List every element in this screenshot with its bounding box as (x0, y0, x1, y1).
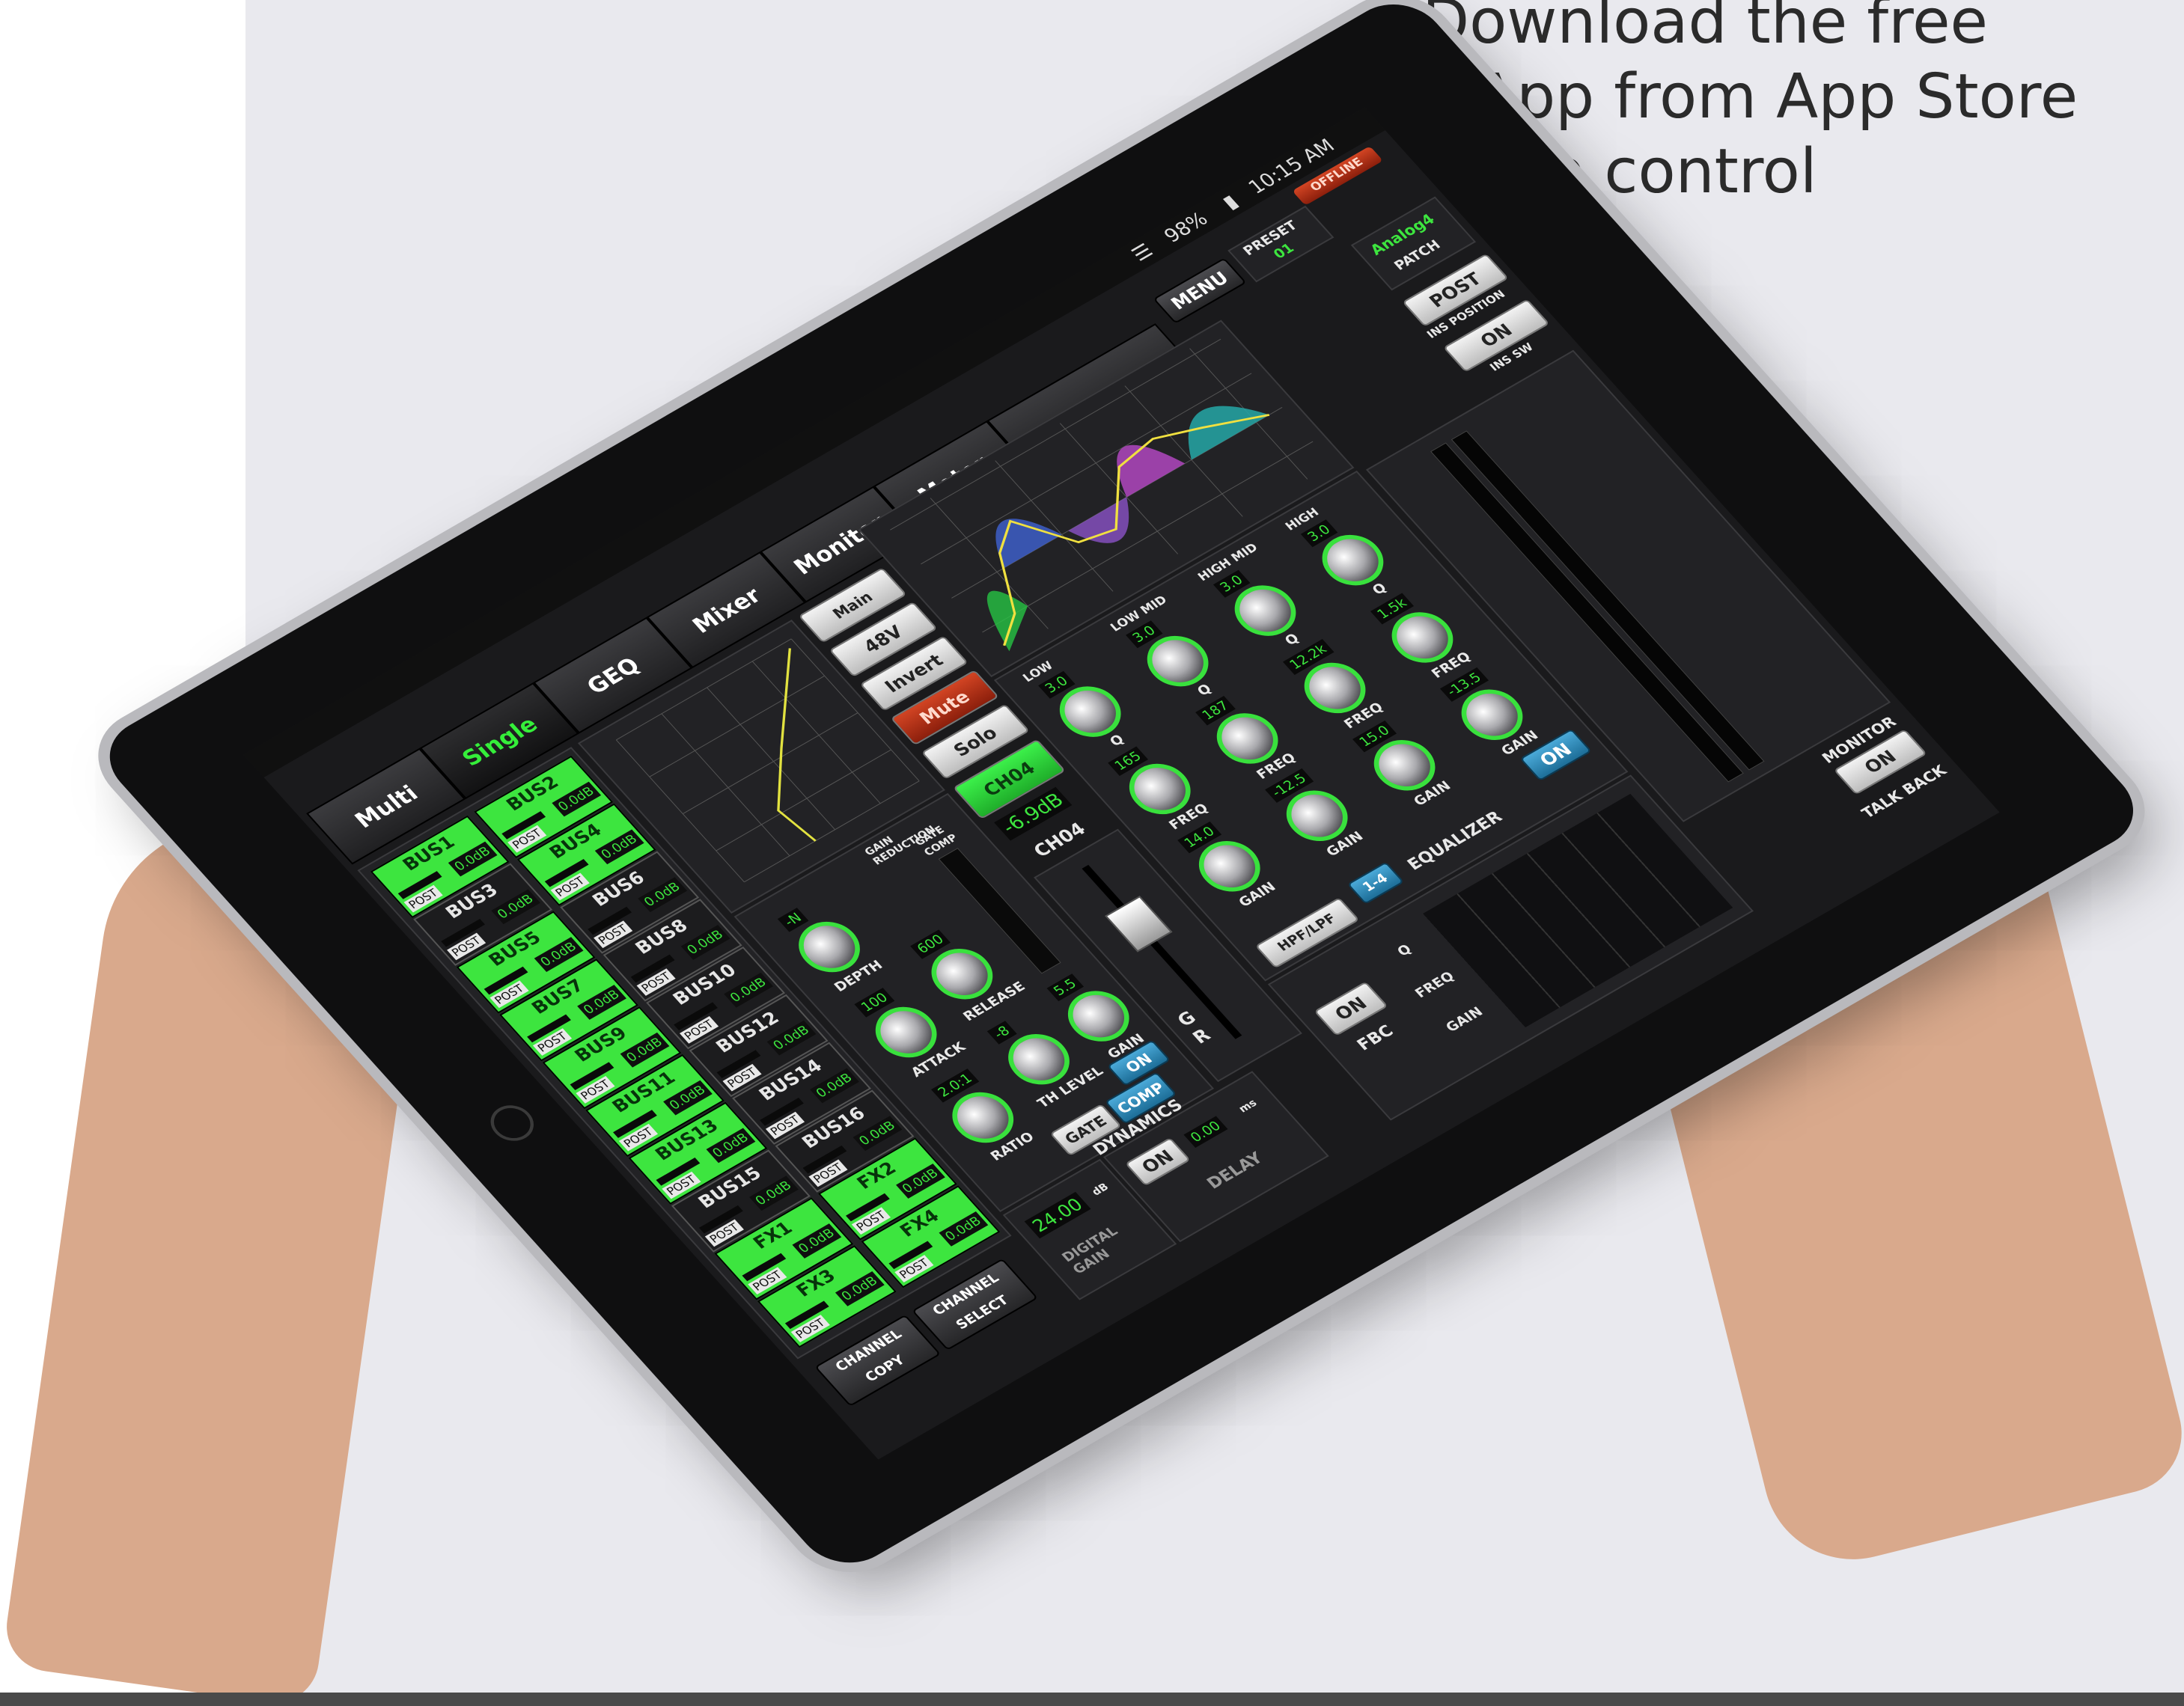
bottom-rule (0, 1693, 2184, 1706)
fbc-label: FBC (1353, 1022, 1398, 1055)
promo-line-2: App from App Store (1474, 61, 2078, 132)
depth-value: -N (777, 908, 809, 932)
photo-stage: Download the free App from App Store to … (0, 0, 2184, 1706)
fbc-row-freq: FREQ (1412, 968, 1458, 1001)
delay-unit: ms (1236, 1097, 1260, 1116)
threshold-value: -8 (986, 1021, 1017, 1045)
delay-on-button[interactable]: ON (1124, 1137, 1191, 1187)
digital-gain-unit: dB (1089, 1181, 1111, 1199)
eq-q-label: Q (1194, 681, 1215, 700)
eq-range-button[interactable]: 1-4 (1346, 861, 1405, 905)
fbc-row-gain: GAIN (1442, 1004, 1486, 1036)
eq-q-label: Q (1281, 631, 1303, 649)
battery-icon: ▮ (1218, 191, 1243, 214)
meter-r-label: R (1188, 1024, 1215, 1048)
preset-box[interactable]: PRESET 01 (1227, 205, 1335, 283)
promo-line-1: Download the free (1422, 0, 1988, 58)
fbc-row-q: Q (1394, 941, 1415, 960)
delay-value: 0.00 (1183, 1116, 1228, 1148)
digital-gain-value: 24.00 (1024, 1192, 1091, 1239)
eq-q-label: Q (1369, 580, 1391, 599)
delay-label: DELAY (1203, 1149, 1267, 1193)
eq-q-label: Q (1106, 732, 1128, 750)
menu-button[interactable]: MENU (1153, 257, 1247, 324)
wifi-icon: ☰ (1127, 239, 1159, 266)
